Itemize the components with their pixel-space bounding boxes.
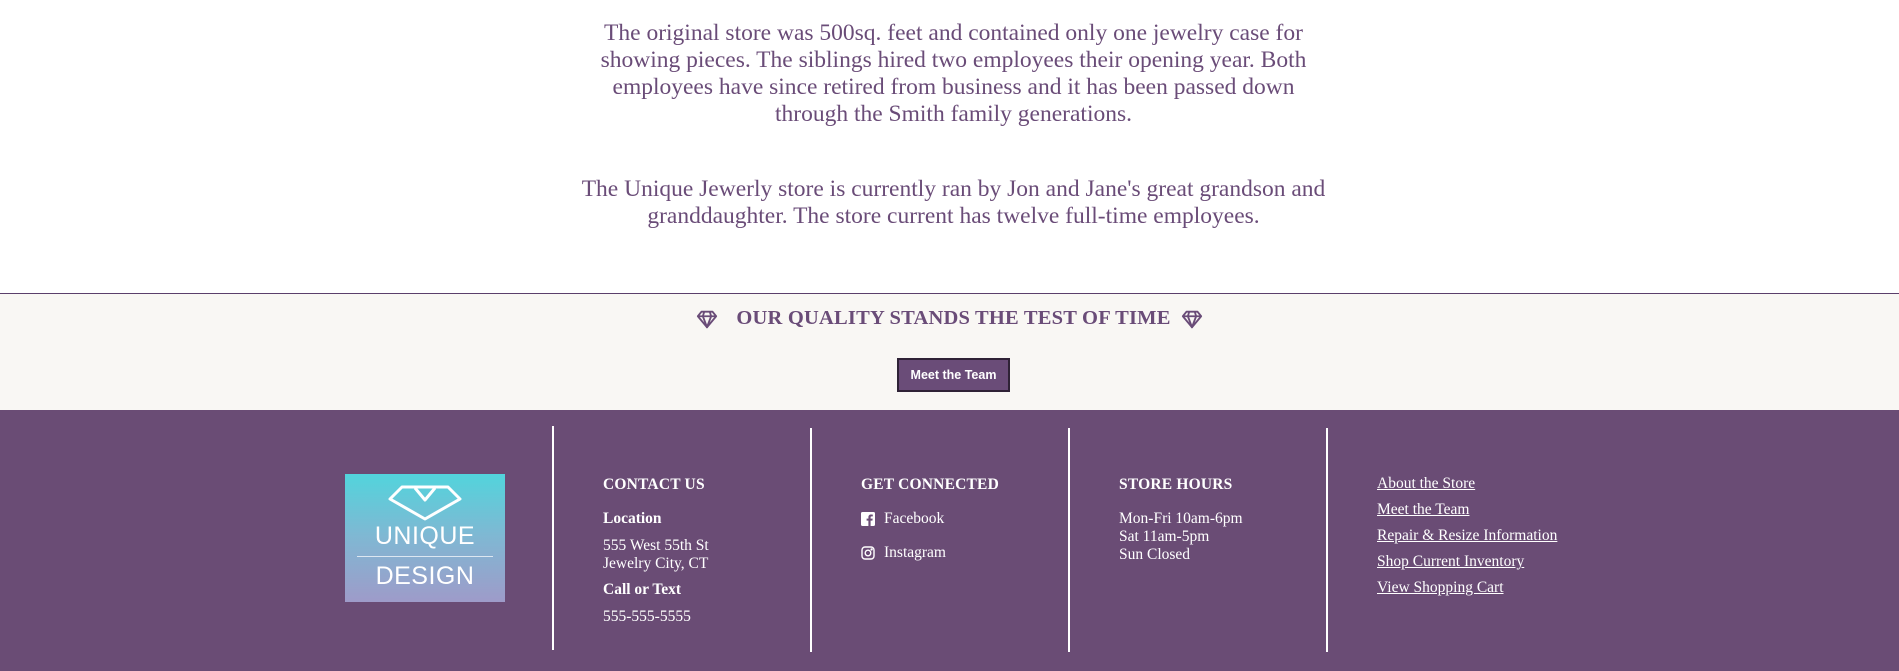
quality-tagline-row: OUR QUALITY STANDS THE TEST OF TIME bbox=[0, 307, 1899, 330]
hours-saturday: Sat 11am-5pm bbox=[1119, 528, 1210, 545]
phone-number: 555-555-5555 bbox=[603, 608, 691, 625]
diamond-icon bbox=[696, 308, 718, 330]
logo-diamond-icon bbox=[388, 485, 462, 521]
location-label: Location bbox=[603, 510, 662, 527]
site-footer: UNIQUE DESIGN CONTACT US Location 555 We… bbox=[0, 410, 1899, 671]
call-label: Call or Text bbox=[603, 581, 682, 598]
contact-heading: CONTACT US bbox=[603, 476, 705, 493]
instagram-link[interactable]: Instagram bbox=[861, 544, 946, 562]
facebook-link[interactable]: Facebook bbox=[861, 510, 944, 528]
footer-divider bbox=[1068, 428, 1070, 652]
store-hours-heading: STORE HOURS bbox=[1119, 476, 1233, 493]
logo-line-1: UNIQUE bbox=[374, 522, 476, 550]
address-line-1: 555 West 55th St bbox=[603, 537, 709, 554]
quality-banner: OUR QUALITY STANDS THE TEST OF TIME Meet… bbox=[0, 294, 1899, 410]
meet-the-team-button[interactable]: Meet the Team bbox=[897, 358, 1010, 392]
hours-weekday: Mon-Fri 10am-6pm bbox=[1119, 510, 1243, 527]
connected-heading: GET CONNECTED bbox=[861, 476, 999, 493]
facebook-icon bbox=[861, 512, 875, 526]
unique-design-logo[interactable]: UNIQUE DESIGN bbox=[345, 474, 505, 602]
story-paragraph-1: The original store was 500sq. feet and c… bbox=[600, 20, 1307, 127]
facebook-label: Facebook bbox=[884, 510, 945, 527]
footer-divider bbox=[552, 426, 554, 650]
footer-divider bbox=[1326, 428, 1328, 652]
repair-resize-link[interactable]: Repair & Resize Information bbox=[1377, 527, 1557, 545]
story-paragraph-2: The Unique Jewerly store is currently ra… bbox=[581, 176, 1326, 229]
diamond-icon bbox=[1181, 308, 1203, 330]
instagram-icon bbox=[861, 546, 875, 560]
meet-the-team-link[interactable]: Meet the Team bbox=[1377, 501, 1469, 519]
logo-divider bbox=[357, 556, 493, 557]
quality-tagline: OUR QUALITY STANDS THE TEST OF TIME bbox=[736, 307, 1171, 329]
instagram-label: Instagram bbox=[884, 544, 946, 561]
view-cart-link[interactable]: View Shopping Cart bbox=[1377, 579, 1504, 597]
shop-inventory-link[interactable]: Shop Current Inventory bbox=[1377, 553, 1524, 571]
about-story-section: The original store was 500sq. feet and c… bbox=[0, 0, 1899, 295]
about-the-store-link[interactable]: About the Store bbox=[1377, 475, 1475, 493]
address-line-2: Jewelry City, CT bbox=[603, 555, 709, 572]
footer-divider bbox=[810, 428, 812, 652]
hours-sunday: Sun Closed bbox=[1119, 546, 1191, 563]
logo-line-2: DESIGN bbox=[375, 562, 475, 590]
